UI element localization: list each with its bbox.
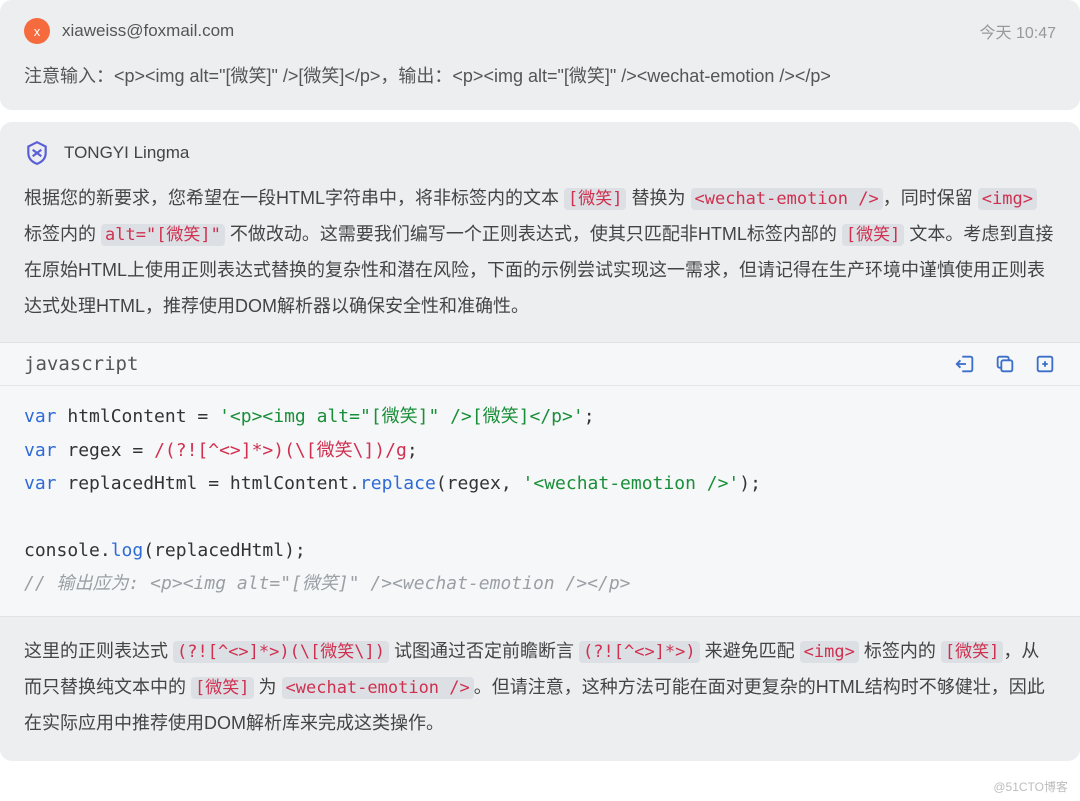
user-text-mid: ，输出：: [380, 66, 452, 86]
ai-text: 为: [254, 677, 282, 697]
code-token-wechat-emotion: <wechat-emotion />: [282, 677, 474, 699]
code-text: );: [739, 473, 761, 494]
ai-message: TONGYI Lingma 根据您的新要求，您希望在一段HTML字符串中，将非标…: [0, 122, 1080, 761]
ai-name: TONGYI Lingma: [64, 143, 189, 163]
message-timestamp: 今天 10:47: [980, 19, 1057, 43]
code-text: (replacedHtml);: [143, 540, 306, 561]
code-text: (regex,: [436, 473, 523, 494]
code-string: '<p><img alt="[微笑]" />[微笑]</p>': [219, 406, 584, 427]
user-email: xiaweiss@foxmail.com: [62, 21, 234, 41]
user-message-header: x xiaweiss@foxmail.com 今天 10:47: [24, 18, 1056, 44]
ai-text: 标签内的: [859, 641, 941, 661]
code-token-alt: alt="[微笑]": [101, 224, 225, 246]
code-token-wechat-emotion: <wechat-emotion />: [691, 188, 883, 210]
code-token-weixiao: [微笑]: [564, 188, 626, 210]
code-token-weixiao: [微笑]: [941, 641, 1003, 663]
user-output-sample: <p><img alt="[微笑]" /><wechat-emotion /><…: [452, 66, 831, 86]
code-comment: // 输出应为: <p><img alt="[微笑]" /><wechat-em…: [24, 573, 631, 594]
code-keyword: var: [24, 406, 57, 427]
code-token-weixiao: [微笑]: [842, 224, 904, 246]
code-token-weixiao: [微笑]: [191, 677, 253, 699]
code-text: replacedHtml = htmlContent.: [57, 473, 360, 494]
ai-text: 根据您的新要求，您希望在一段HTML字符串中，将非标签内的文本: [24, 188, 564, 208]
code-method: replace: [360, 473, 436, 494]
code-content[interactable]: var htmlContent = '<p><img alt="[微笑]" />…: [0, 386, 1080, 616]
code-token-img: <img>: [978, 188, 1037, 210]
code-token-img: <img>: [800, 641, 859, 663]
ai-text: 试图通过否定前瞻断言: [389, 641, 579, 661]
insert-code-icon[interactable]: [954, 353, 976, 375]
new-file-icon[interactable]: [1034, 353, 1056, 375]
code-keyword: var: [24, 473, 57, 494]
ai-text: 替换为: [626, 188, 690, 208]
ai-text: 标签内的: [24, 224, 101, 244]
ai-avatar-icon: [24, 140, 50, 166]
code-actions: [954, 353, 1056, 375]
user-info: x xiaweiss@foxmail.com: [24, 18, 234, 44]
user-message-body: 注意输入：<p><img alt="[微笑]" />[微笑]</p>，输出：<p…: [24, 60, 1056, 92]
code-block-header: javascript: [0, 343, 1080, 386]
code-string: '<wechat-emotion />': [523, 473, 740, 494]
code-text: regex =: [57, 440, 155, 461]
user-text-prefix: 注意输入：: [24, 66, 114, 86]
ai-text: 来避免匹配: [700, 641, 800, 661]
ai-message-header: TONGYI Lingma: [0, 140, 1080, 180]
code-token-regex: (?![^<>]*>)(\[微笑\]): [173, 641, 389, 663]
code-method: log: [111, 540, 144, 561]
ai-text: 这里的正则表达式: [24, 641, 173, 661]
ai-text: 不做改动。这需要我们编写一个正则表达式，使其只匹配非HTML标签内部的: [225, 224, 842, 244]
ai-explanation: 这里的正则表达式 (?![^<>]*>)(\[微笑\]) 试图通过否定前瞻断言 …: [0, 617, 1080, 761]
code-text: htmlContent =: [57, 406, 220, 427]
user-avatar: x: [24, 18, 50, 44]
code-block: javascript var htmlContent = '<p><img al…: [0, 342, 1080, 617]
ai-message-body: 根据您的新要求，您希望在一段HTML字符串中，将非标签内的文本 [微笑] 替换为…: [0, 180, 1080, 342]
watermark: @51CTO博客: [993, 778, 1068, 795]
code-regex: /(?![^<>]*>)(\[微笑\])/g: [154, 440, 407, 461]
code-token-regex-neg: (?![^<>]*>): [579, 641, 700, 663]
code-text: console.: [24, 540, 111, 561]
code-language-label: javascript: [24, 353, 138, 375]
code-keyword: var: [24, 440, 57, 461]
user-message: x xiaweiss@foxmail.com 今天 10:47 注意输入：<p>…: [0, 0, 1080, 110]
ai-text: ，同时保留: [883, 188, 978, 208]
user-input-sample: <p><img alt="[微笑]" />[微笑]</p>: [114, 66, 380, 86]
copy-code-icon[interactable]: [994, 353, 1016, 375]
